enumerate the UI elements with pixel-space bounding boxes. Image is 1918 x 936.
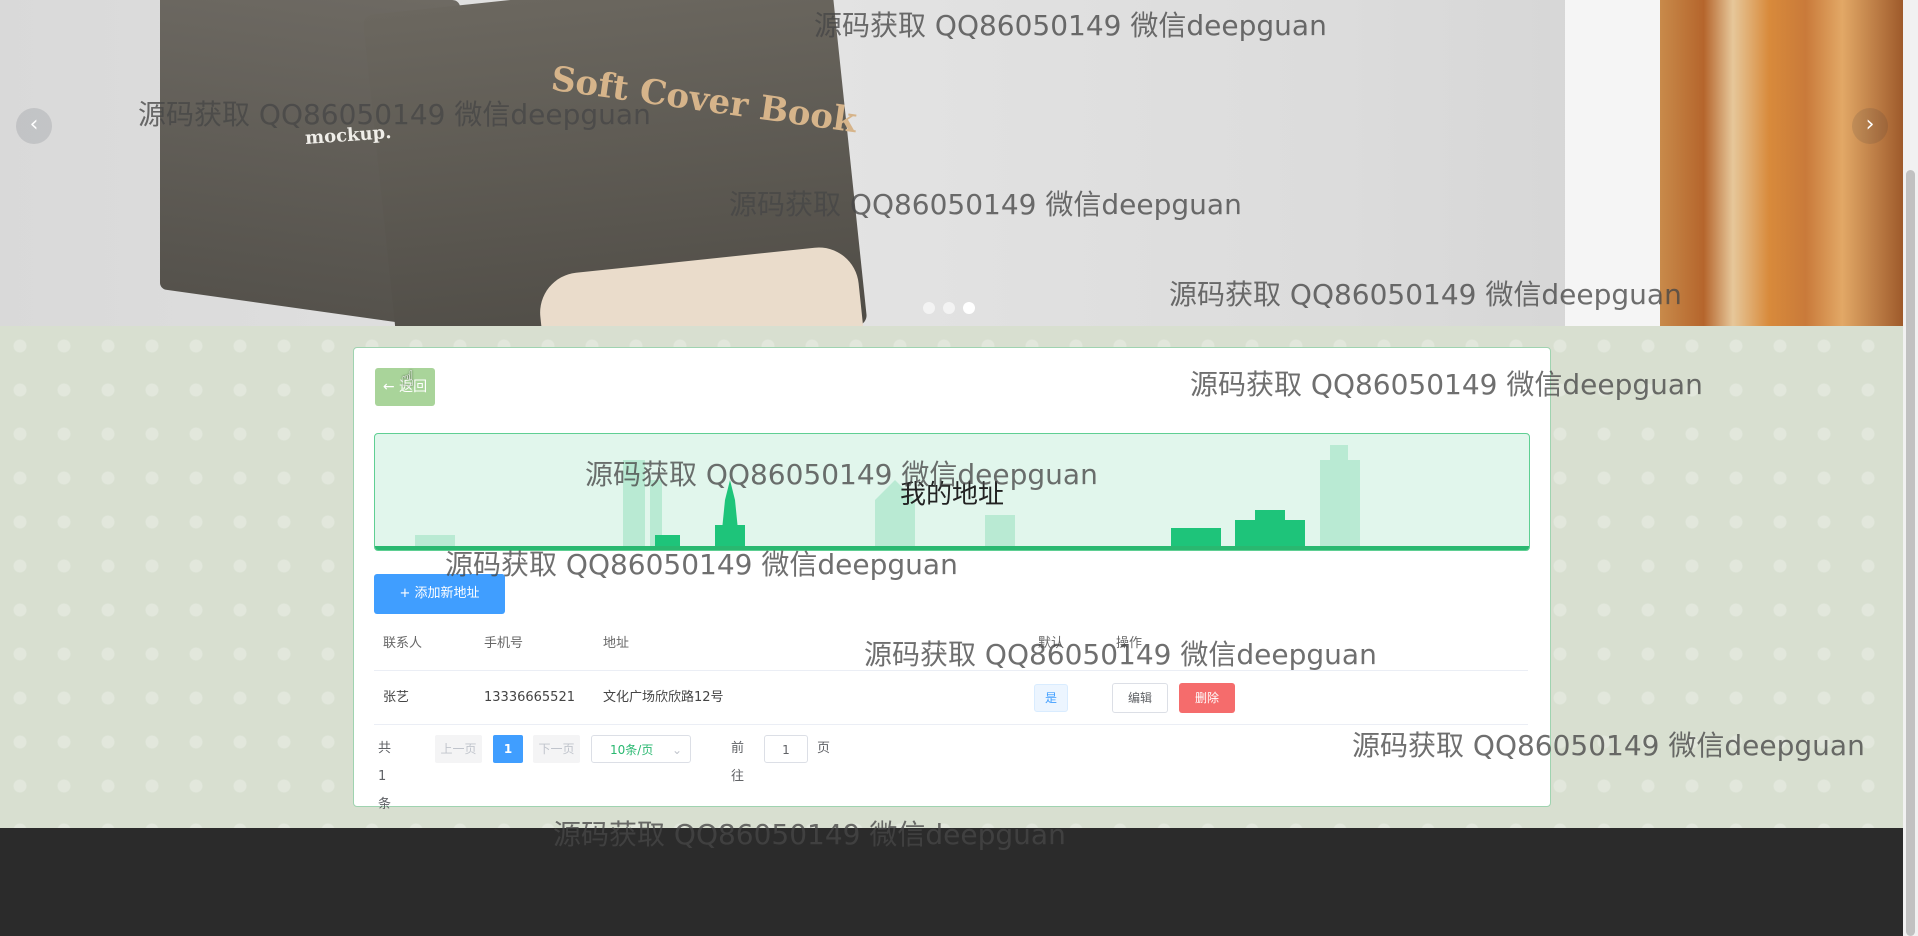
slide-next-edge <box>1565 0 1660 326</box>
page-number-current[interactable]: 1 <box>493 735 523 763</box>
column-header-address: 地址 <box>603 636 630 651</box>
prev-page-button[interactable]: 上一页 <box>435 735 482 763</box>
cell-address: 文化广场欣欣路12号 <box>603 690 724 705</box>
column-header-phone: 手机号 <box>484 636 524 651</box>
column-header-contact: 联系人 <box>383 636 423 651</box>
goto-prefix: 前往 <box>731 741 745 784</box>
banner-carousel: Soft Cover Book mockup. ‹ › <box>0 0 1903 326</box>
hand-cursor-icon: ☝ <box>401 367 415 392</box>
default-tag: 是 <box>1034 684 1068 712</box>
edit-button[interactable]: 编辑 <box>1112 683 1168 713</box>
pagination-total: 共 1 条 <box>378 741 392 812</box>
column-header-actions: 操作 <box>1116 636 1143 651</box>
add-address-label: 添加新地址 <box>414 586 480 601</box>
next-page-button[interactable]: 下一页 <box>533 735 580 763</box>
column-header-default: 默认 <box>1038 636 1065 651</box>
bookshelf-image <box>1660 0 1903 326</box>
page-size-value: 10条/页 <box>610 743 654 757</box>
delete-button[interactable]: 删除 <box>1179 683 1235 713</box>
footer <box>0 828 1903 936</box>
carousel-dot-active[interactable] <box>963 302 975 314</box>
table-divider <box>374 724 1528 725</box>
carousel-indicators <box>923 302 975 314</box>
carousel-next-button[interactable]: › <box>1852 108 1888 144</box>
carousel-dot[interactable] <box>943 302 955 314</box>
page-size-select[interactable]: 10条/页 ⌄ <box>591 735 691 763</box>
page-title: 我的地址 <box>899 480 1004 510</box>
carousel-dot[interactable] <box>923 302 935 314</box>
plus-icon: + <box>399 586 415 601</box>
scrollbar-thumb[interactable] <box>1906 170 1915 936</box>
goto-page-input[interactable]: 1 <box>764 735 808 763</box>
cell-contact: 张艺 <box>383 690 410 705</box>
chevron-down-icon: ⌄ <box>671 743 682 757</box>
title-banner: 我的地址 <box>374 433 1530 551</box>
add-address-button[interactable]: + 添加新地址 <box>374 574 505 614</box>
carousel-prev-button[interactable]: ‹ <box>16 108 52 144</box>
address-card: ← 返回 我的地址 + 添加新地址 联系人 手机号 地址 默认 操作 张艺 13… <box>353 347 1551 812</box>
goto-suffix: 页 <box>817 741 831 756</box>
cell-phone: 13336665521 <box>484 690 575 705</box>
